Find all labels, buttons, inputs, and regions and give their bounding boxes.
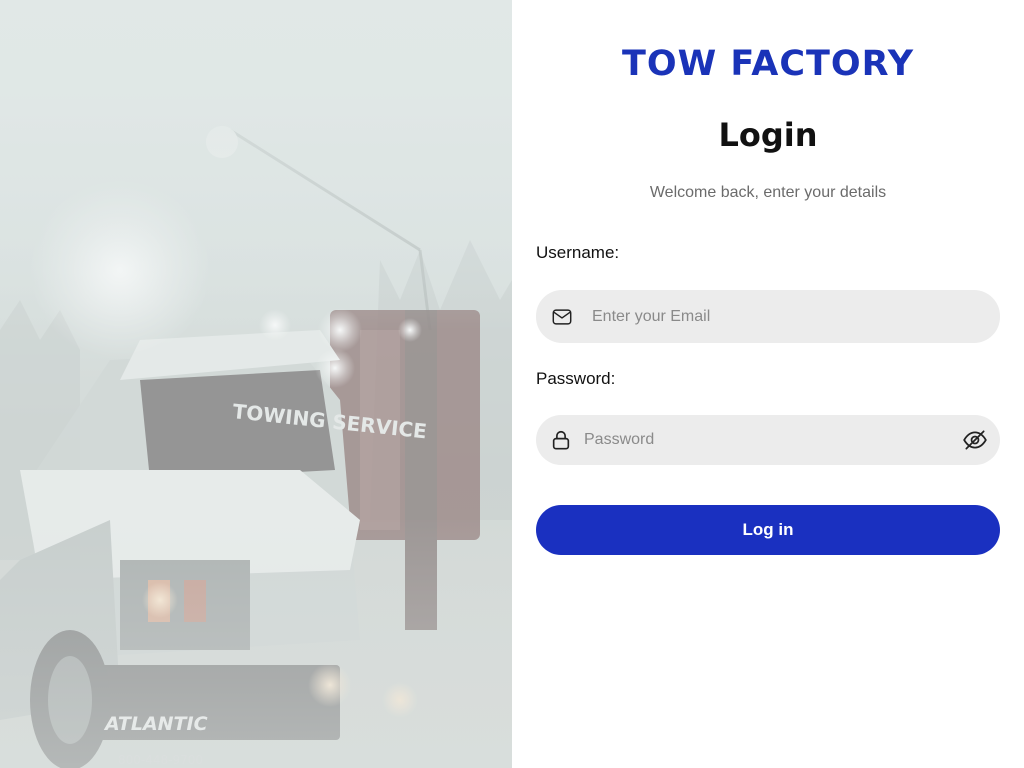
password-field[interactable] <box>536 415 1000 465</box>
lock-icon <box>550 429 572 451</box>
page-subtitle: Welcome back, enter your details <box>649 184 887 201</box>
password-label: Password: <box>536 369 616 388</box>
page-title: Login <box>718 116 818 154</box>
hero-image: TOWING SERVICE ATLANTIC 800-448-9700 <box>0 0 512 768</box>
username-input[interactable] <box>592 290 982 343</box>
password-input[interactable] <box>584 415 944 465</box>
mail-icon <box>551 306 573 328</box>
login-panel: TOW FACTORY Login Welcome back, enter yo… <box>512 0 1024 768</box>
brand-logo: TOW FACTORY <box>621 44 915 84</box>
tow-truck-photo: TOWING SERVICE ATLANTIC 800-448-9700 <box>0 0 512 768</box>
login-page: TOWING SERVICE ATLANTIC 800-448-9700 TOW… <box>0 0 1024 768</box>
username-field[interactable] <box>536 290 1000 343</box>
eye-off-icon[interactable] <box>962 427 988 453</box>
login-button[interactable]: Log in <box>536 505 1000 555</box>
username-label: Username: <box>536 243 620 262</box>
